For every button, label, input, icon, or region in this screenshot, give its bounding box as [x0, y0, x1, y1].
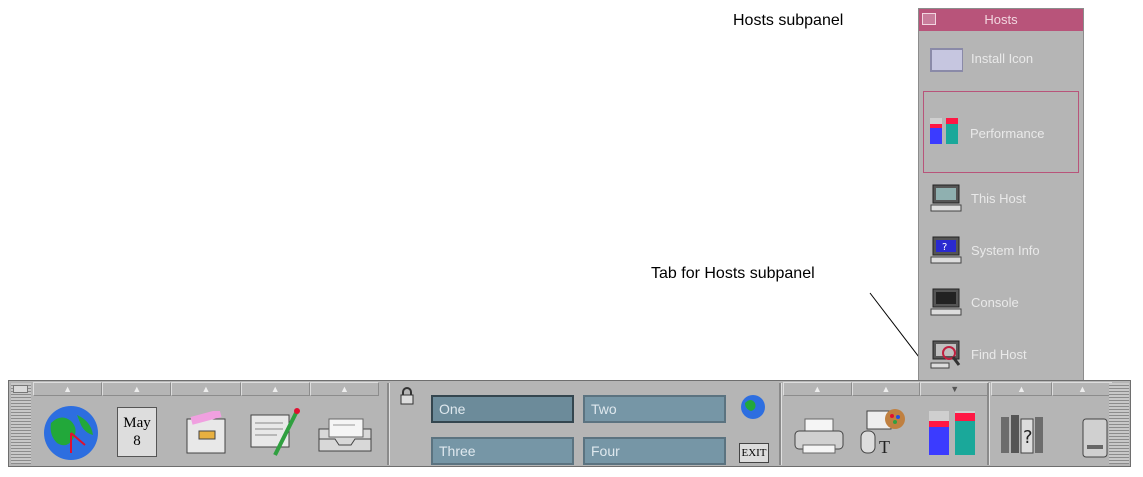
workspace-button-two[interactable]: Two	[583, 395, 726, 423]
svg-text:?: ?	[942, 242, 947, 253]
subpanel-title: Hosts	[984, 12, 1018, 27]
subpanel-tab-arrow-icon[interactable]: ▲	[783, 382, 852, 396]
panel-divider	[387, 383, 390, 465]
performance-meter-icon	[928, 114, 962, 146]
left-subpanel-tabs: ▲ ▲ ▲ ▲ ▲	[33, 382, 380, 398]
globe-clock-icon[interactable]	[41, 403, 101, 468]
workspace-button-one[interactable]: One	[431, 395, 574, 423]
calendar-month: May	[123, 415, 151, 431]
subpanel-tab-arrow-icon[interactable]: ▲	[851, 382, 921, 396]
workspace-button-four[interactable]: Four	[583, 437, 726, 465]
subpanel-item-label: Console	[971, 295, 1019, 310]
terminal-icon	[929, 183, 963, 215]
system-info-icon: ?	[929, 235, 963, 267]
subpanel-item-label: Find Host	[971, 347, 1027, 362]
panel-left-handle[interactable]	[11, 383, 31, 464]
subpanel-tab-arrow-icon[interactable]: ▲	[240, 382, 310, 396]
minimize-icon[interactable]	[13, 385, 28, 393]
exit-button[interactable]: EXIT	[739, 443, 769, 463]
subpanel-tab-arrow-icon[interactable]: ▲	[33, 382, 103, 396]
text-editor-icon[interactable]	[247, 405, 303, 466]
subpanel-item-this-host[interactable]: This Host	[925, 179, 1085, 219]
performance-meter-icon[interactable]	[927, 407, 977, 462]
subpanel-tab-arrow-icon[interactable]: ▲	[991, 382, 1052, 396]
mailer-icon[interactable]	[315, 415, 375, 460]
subpanel-item-label: System Info	[971, 243, 1040, 258]
right-subpanel-tabs: ▲ ▲ ▼	[783, 382, 990, 398]
calendar-day: 8	[133, 433, 141, 449]
subpanel-item-label: This Host	[971, 191, 1026, 206]
find-host-icon	[929, 339, 963, 371]
front-panel: ▲ ▲ ▲ ▲ ▲ May 8 One Two Three Four EXIT	[8, 380, 1131, 467]
panel-divider	[779, 383, 782, 465]
subpanel-item-console[interactable]: Console	[925, 283, 1085, 323]
subpanel-item-label: Install Icon	[971, 51, 1034, 66]
hosts-subpanel-tab-down-arrow-icon[interactable]: ▼	[920, 382, 990, 396]
calendar-icon[interactable]: May 8	[117, 407, 157, 457]
subpanel-tab-arrow-icon[interactable]: ▲	[171, 382, 241, 396]
subpanel-item-system-info[interactable]: ? System Info	[925, 231, 1085, 271]
subpanel-tab-arrow-icon[interactable]: ▲	[1052, 382, 1113, 396]
style-manager-icon[interactable]: T	[857, 405, 911, 464]
install-icon	[929, 43, 964, 75]
subpanel-item-install-icon[interactable]: Install Icon	[925, 39, 1085, 79]
lock-icon[interactable]	[399, 387, 415, 410]
subpanel-title-bar: Hosts	[919, 9, 1083, 31]
panel-right-handle[interactable]	[1109, 383, 1129, 464]
minimize-icon[interactable]	[922, 13, 936, 25]
printer-icon[interactable]	[791, 417, 847, 462]
file-manager-icon[interactable]	[179, 409, 229, 460]
far-right-subpanel-tabs: ▲ ▲	[991, 382, 1113, 398]
panel-divider	[987, 383, 990, 465]
help-manager-icon[interactable]: ?	[999, 413, 1047, 462]
workspace-button-three[interactable]: Three	[431, 437, 574, 465]
subpanel-item-performance[interactable]: Performance	[923, 91, 1079, 173]
svg-text:T: T	[879, 437, 890, 457]
svg-text:?: ?	[1023, 427, 1033, 448]
subpanel-tab-arrow-icon[interactable]: ▲	[102, 382, 172, 396]
hosts-subpanel: Hosts Install Icon Performance This Host…	[918, 8, 1084, 386]
subpanel-tab-arrow-icon[interactable]: ▲	[309, 382, 380, 396]
globe-icon[interactable]	[739, 393, 767, 426]
subpanel-item-find-host[interactable]: Find Host	[925, 335, 1085, 375]
subpanel-item-label: Performance	[970, 126, 1045, 141]
trash-can-icon[interactable]	[1081, 415, 1109, 464]
console-icon	[929, 287, 963, 319]
